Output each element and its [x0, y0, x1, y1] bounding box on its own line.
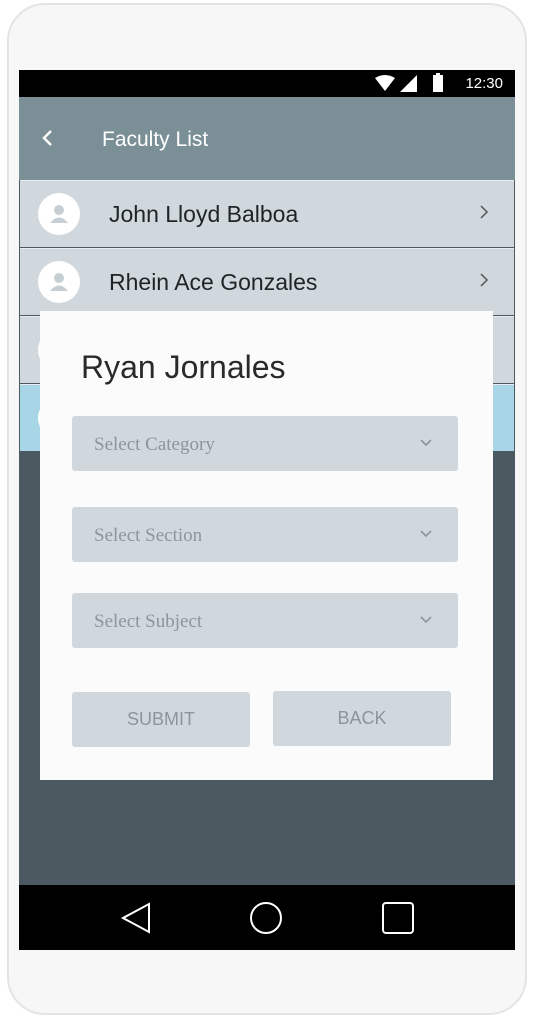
category-select[interactable]: Select Category — [72, 416, 458, 471]
person-icon — [50, 205, 68, 223]
chevron-down-icon — [420, 616, 432, 624]
faculty-name: John Lloyd Balboa — [109, 201, 299, 227]
faculty-list-item[interactable]: Rhein Ace Gonzales — [20, 248, 514, 315]
dialog-title: Ryan Jornales — [81, 349, 286, 385]
avatar — [38, 261, 80, 303]
chevron-down-icon — [420, 439, 432, 447]
home-circle-icon[interactable] — [249, 901, 283, 935]
battery-icon — [433, 73, 443, 92]
subject-select[interactable]: Select Subject — [72, 593, 458, 648]
page-title: Faculty List — [102, 128, 209, 151]
submit-button[interactable]: SUBMIT — [72, 692, 250, 747]
faculty-list-item[interactable]: John Lloyd Balboa — [20, 180, 514, 247]
person-icon — [50, 273, 68, 291]
back-triangle-icon[interactable] — [119, 901, 153, 935]
chevron-down-icon — [420, 530, 432, 538]
section-select-label: Select Section — [94, 525, 203, 546]
section-select[interactable]: Select Section — [72, 507, 458, 562]
system-nav-bar — [19, 885, 515, 950]
back-button[interactable]: BACK — [273, 691, 451, 746]
category-select-label: Select Category — [94, 434, 215, 455]
chevron-right-icon — [480, 273, 489, 287]
status-bar: 12:30 — [19, 70, 515, 97]
faculty-name: Rhein Ace Gonzales — [109, 269, 318, 295]
signal-icon — [400, 75, 417, 92]
subject-select-label: Select Subject — [94, 611, 203, 632]
wifi-icon — [375, 75, 395, 91]
chevron-right-icon — [480, 205, 489, 219]
chevron-left-icon[interactable] — [39, 127, 57, 149]
app-bar: Faculty List — [19, 97, 515, 180]
recents-square-icon[interactable] — [381, 901, 415, 935]
avatar — [38, 193, 80, 235]
faculty-assignment-dialog: Ryan Jornales Select Category Select Sec… — [40, 311, 493, 780]
status-time: 12:30 — [465, 75, 503, 92]
phone-screen: 12:30 Faculty List John Lloyd Balboa Rhe… — [19, 70, 515, 950]
